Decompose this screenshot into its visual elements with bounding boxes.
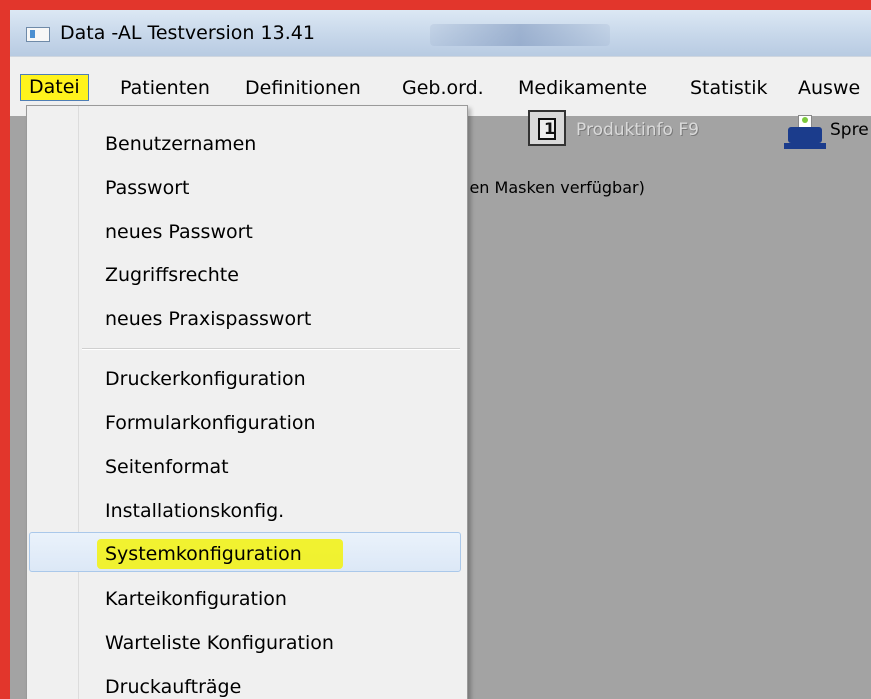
menu-item-zugriffsrechte[interactable]: Zugriffsrechte (105, 264, 239, 286)
menu-item-druckerkonfiguration[interactable]: Druckerkonfiguration (105, 368, 306, 390)
menu-medikamente[interactable]: Medikamente (518, 77, 647, 99)
status-hint-text: len Masken verfügbar) (465, 178, 645, 197)
info-box-icon[interactable] (528, 110, 566, 146)
menu-item-formularkonfiguration[interactable]: Formularkonfiguration (105, 412, 316, 434)
menu-item-systemkonfiguration[interactable]: Systemkonfiguration (105, 543, 302, 565)
menu-icon-gutter (27, 106, 79, 699)
menu-datei[interactable]: Datei (20, 74, 89, 101)
menu-statistik[interactable]: Statistik (690, 77, 768, 99)
printer-icon[interactable] (784, 115, 826, 153)
menu-item-installationskonfig[interactable]: Installationskonfig. (105, 500, 284, 522)
menu-item-warteliste-konfiguration[interactable]: Warteliste Konfiguration (105, 632, 334, 654)
menu-auswertung[interactable]: Auswe (798, 77, 860, 99)
app-icon (26, 27, 50, 42)
menu-patienten[interactable]: Patienten (120, 77, 210, 99)
menu-item-karteikonfiguration[interactable]: Karteikonfiguration (105, 588, 287, 610)
menu-separator (82, 348, 460, 350)
menu-item-passwort[interactable]: Passwort (105, 177, 189, 199)
printer-button-label[interactable]: Spre (830, 120, 869, 140)
menu-item-seitenformat[interactable]: Seitenformat (105, 456, 229, 478)
app-window: Data -AL Testversion 13.41 Datei Patient… (10, 10, 871, 699)
menu-definitionen[interactable]: Definitionen (245, 77, 361, 99)
produktinfo-button-label[interactable]: Produktinfo F9 (576, 120, 699, 140)
window-title: Data -AL Testversion 13.41 (60, 22, 315, 44)
blurred-title-area (430, 24, 610, 46)
menu-item-neues-passwort[interactable]: neues Passwort (105, 221, 253, 243)
title-bar: Data -AL Testversion 13.41 (10, 10, 871, 56)
menu-item-druckauftraege[interactable]: Druckaufträge (105, 676, 241, 698)
menu-geb-ord[interactable]: Geb.ord. (402, 77, 484, 99)
menu-item-neues-praxispasswort[interactable]: neues Praxispasswort (105, 308, 311, 330)
datei-dropdown-menu: Benutzernamen Passwort neues Passwort Zu… (26, 105, 468, 699)
menu-item-benutzernamen[interactable]: Benutzernamen (105, 133, 256, 155)
